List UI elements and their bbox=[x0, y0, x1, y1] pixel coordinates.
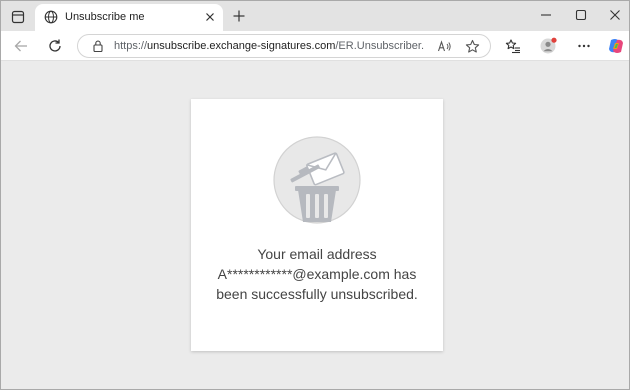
globe-icon bbox=[44, 10, 58, 24]
maximize-button[interactable] bbox=[573, 7, 589, 23]
message-line-3: been successfully unsubscribed. bbox=[216, 286, 418, 302]
tab-close-button[interactable] bbox=[203, 10, 217, 24]
tab-title: Unsubscribe me bbox=[65, 11, 145, 23]
copilot-icon bbox=[609, 38, 623, 54]
close-icon bbox=[610, 10, 620, 20]
plus-icon bbox=[233, 10, 245, 22]
url-text[interactable]: https://unsubscribe.exchange-signatures.… bbox=[114, 40, 424, 52]
back-arrow-icon bbox=[14, 40, 27, 52]
unsubscribe-mail-trash-icon bbox=[273, 136, 361, 224]
browser-toolbar: https://unsubscribe.exchange-signatures.… bbox=[1, 31, 629, 61]
star-icon bbox=[465, 39, 479, 53]
unsubscribe-card: Your email address A************@example… bbox=[191, 99, 443, 351]
message-line-2: A************@example.com has bbox=[217, 266, 417, 282]
back-button[interactable] bbox=[11, 36, 31, 56]
tab-unsubscribe[interactable]: Unsubscribe me bbox=[35, 4, 223, 31]
tab-bar: Unsubscribe me bbox=[1, 1, 629, 31]
minimize-button[interactable] bbox=[538, 7, 554, 23]
maximize-icon bbox=[575, 9, 587, 21]
window-close-button[interactable] bbox=[607, 7, 623, 23]
url-prefix: https:// bbox=[114, 40, 148, 52]
browser-window: Unsubscribe me https://unsubscribe.excha… bbox=[0, 0, 630, 390]
tab-actions-icon bbox=[11, 10, 25, 24]
url-host: unsubscribe.exchange-signatures.com bbox=[147, 40, 336, 52]
unsubscribe-message: Your email address A************@example… bbox=[191, 244, 443, 304]
read-aloud-button[interactable] bbox=[436, 38, 452, 54]
page-content: Your email address A************@example… bbox=[1, 61, 629, 389]
refresh-button[interactable] bbox=[45, 36, 65, 56]
close-icon bbox=[206, 13, 214, 21]
favorites-list-icon bbox=[505, 39, 520, 54]
message-line-1: Your email address bbox=[257, 246, 377, 262]
minimize-icon bbox=[541, 14, 551, 16]
copilot-button[interactable] bbox=[606, 36, 626, 56]
settings-more-button[interactable] bbox=[574, 36, 594, 56]
profile-button[interactable] bbox=[538, 36, 558, 56]
read-aloud-icon bbox=[437, 39, 451, 51]
favorites-button[interactable] bbox=[503, 36, 523, 56]
new-tab-button[interactable] bbox=[231, 8, 247, 24]
address-bar[interactable]: https://unsubscribe.exchange-signatures.… bbox=[77, 34, 491, 58]
more-horizontal-icon bbox=[578, 44, 590, 48]
lock-icon[interactable] bbox=[91, 39, 105, 53]
favorite-button[interactable] bbox=[464, 38, 480, 54]
tab-actions-button[interactable] bbox=[9, 8, 27, 26]
avatar-icon bbox=[540, 37, 557, 54]
url-path: /ER.Unsubscriber... bbox=[335, 40, 424, 52]
refresh-icon bbox=[49, 39, 61, 52]
